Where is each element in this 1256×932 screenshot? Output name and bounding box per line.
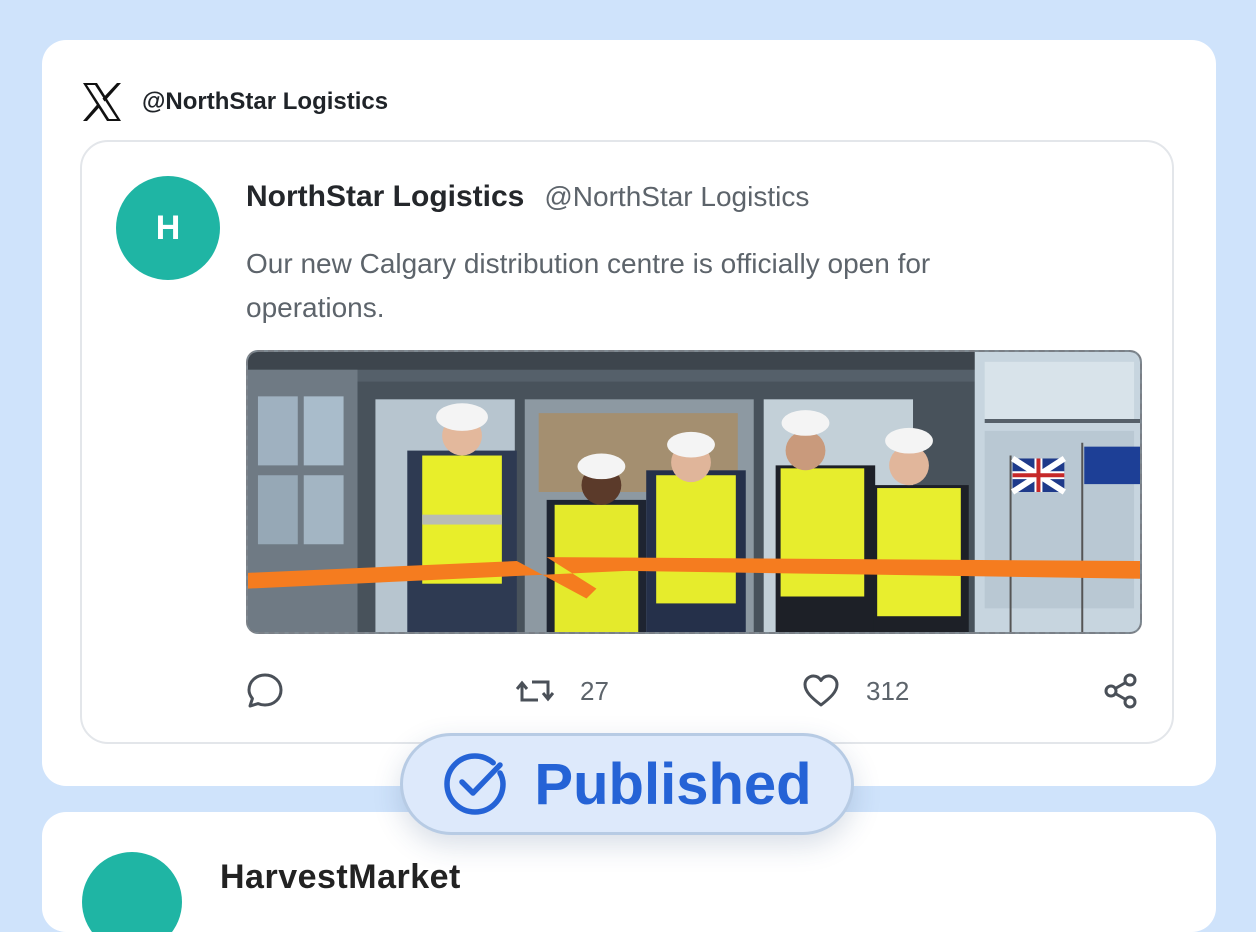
like-action[interactable]: 312 (802, 672, 909, 710)
tweet-text: Our new Calgary distribution centre is o… (246, 248, 931, 323)
platform-account-handle: @NorthStar Logistics (142, 88, 389, 115)
share-action[interactable] (1102, 672, 1140, 710)
ribbon-cutting-photo (248, 352, 1140, 632)
share-icon[interactable] (1102, 672, 1140, 710)
platform-header: @NorthStar Logistics (80, 80, 388, 124)
avatar[interactable]: H (116, 176, 220, 280)
status-badge: Published (400, 733, 854, 835)
author-row: NorthStar Logistics @NorthStar Logistics (246, 180, 809, 214)
avatar (82, 852, 182, 932)
repost-count: 27 (580, 675, 609, 706)
comment-icon[interactable] (246, 672, 284, 710)
author-name: HarvestMarket (220, 858, 461, 896)
tweet-card[interactable]: H NorthStar Logistics @NorthStar Logisti… (80, 140, 1174, 744)
post-preview-card: @NorthStar Logistics H NorthStar Logisti… (42, 40, 1216, 786)
heart-icon[interactable] (802, 672, 840, 710)
author-name[interactable]: NorthStar Logistics (246, 180, 524, 214)
author-handle: @NorthStar Logistics (544, 181, 810, 212)
x-logo-icon (83, 83, 121, 121)
status-label: Published (534, 751, 812, 817)
check-circle-icon (444, 753, 507, 815)
reply-action[interactable] (246, 672, 284, 710)
repost-icon[interactable] (516, 672, 554, 710)
tweet-actions: 27 312 (246, 672, 1137, 712)
tweet-image[interactable] (246, 350, 1142, 634)
repost-action[interactable]: 27 (516, 672, 609, 710)
like-count: 312 (866, 675, 910, 706)
